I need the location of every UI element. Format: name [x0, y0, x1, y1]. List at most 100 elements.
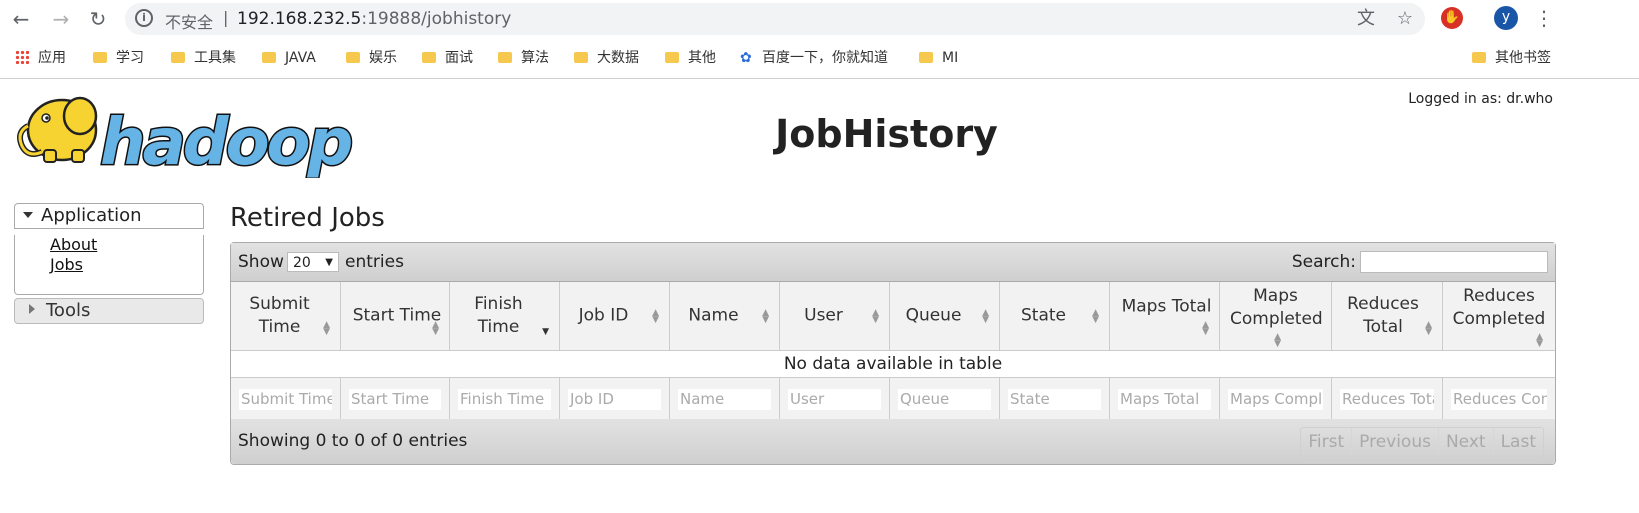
column-header-finish-time[interactable]: Finish Time ▼ [450, 282, 560, 350]
sidebar-tools-header[interactable]: Tools [14, 298, 204, 324]
folder-icon [93, 52, 107, 63]
column-header-label: Name [688, 305, 739, 326]
info-icon[interactable]: i [135, 9, 153, 27]
filter-input-submit-time[interactable]: Submit Time [239, 389, 332, 410]
bookmark-label: 应用 [38, 50, 66, 66]
security-label: 不安全 [165, 13, 214, 32]
filter-cell: Reduces Completed [1443, 378, 1555, 419]
page-length-value: 20 [293, 255, 311, 271]
bookmark-folder[interactable]: 大数据 [574, 48, 639, 68]
reload-icon[interactable]: ↻ [86, 7, 110, 31]
folder-icon [498, 52, 512, 63]
filter-input-state[interactable]: State [1008, 389, 1101, 410]
sidebar-header-label: Application [41, 205, 142, 226]
column-header-label: Submit Time [249, 294, 310, 337]
column-header-maps-total[interactable]: Maps Total ▲ ▼ [1110, 282, 1220, 350]
bookmark-folder[interactable]: 算法 [498, 48, 549, 68]
filter-cell: Name [670, 378, 780, 419]
folder-icon [422, 52, 436, 63]
browser-menu-icon[interactable]: ⋮ [1534, 6, 1554, 30]
sidebar-link-about[interactable]: About [50, 235, 203, 255]
filter-cell: Finish Time [450, 378, 560, 419]
sidebar-application-header[interactable]: Application [14, 203, 204, 229]
folder-icon [919, 52, 933, 63]
logged-in-status: Logged in as: dr.who [1408, 91, 1553, 107]
sort-icon: ▲ ▼ [432, 320, 439, 337]
entries-label: entries [345, 252, 404, 272]
baidu-paw-icon: ✿ [740, 50, 752, 66]
filter-input-maps-total[interactable]: Maps Total [1118, 389, 1211, 410]
bookmark-folder[interactable]: 工具集 [171, 48, 236, 68]
filter-input-finish-time[interactable]: Finish Time [458, 389, 551, 410]
bookmark-folder[interactable]: 面试 [422, 48, 473, 68]
forward-arrow-icon[interactable]: → [49, 7, 73, 31]
bookmark-other-folder[interactable]: 其他书签 [1472, 48, 1551, 68]
filter-cell: Reduces Total [1332, 378, 1443, 419]
browser-toolbar: ← → ↻ i 不安全 | 192.168.232.5:19888/jobhis… [0, 0, 1639, 38]
filter-input-reduces-completed[interactable]: Reduces Completed [1451, 389, 1547, 410]
sort-icon: ▲ ▼ [1274, 332, 1281, 349]
show-label: Show [238, 252, 284, 272]
triangle-right-icon [29, 304, 35, 314]
column-header-label: Queue [905, 305, 962, 326]
bookmark-folder[interactable]: 娱乐 [346, 48, 397, 68]
profile-avatar[interactable]: y [1494, 6, 1518, 30]
url-path: :19888/jobhistory [361, 9, 512, 29]
column-header-label: Reduces Total [1347, 294, 1419, 337]
sort-icon: ▲ ▼ [1092, 308, 1099, 325]
filter-input-reduces-total[interactable]: Reduces Total [1340, 389, 1434, 410]
column-header-state[interactable]: State ▲ ▼ [1000, 282, 1110, 350]
filter-input-user[interactable]: User [788, 389, 881, 410]
back-arrow-icon[interactable]: ← [9, 7, 33, 31]
pager-next-button[interactable]: Next [1439, 428, 1494, 456]
url-text[interactable]: 192.168.232.5:19888/jobhistory [237, 9, 511, 29]
sort-icon: ▲ ▼ [1536, 332, 1543, 349]
bookmark-folder[interactable]: JAVA [262, 48, 316, 68]
bookmark-label: 大数据 [597, 50, 639, 66]
filter-cell: Maps Total [1110, 378, 1220, 419]
filter-cell: Job ID [560, 378, 670, 419]
filter-input-name[interactable]: Name [678, 389, 771, 410]
bookmark-folder[interactable]: MI [919, 48, 958, 68]
bookmark-label: 工具集 [194, 50, 236, 66]
column-header-reduces-completed[interactable]: Reduces Completed ▲ ▼ [1443, 282, 1555, 350]
adblock-extension-icon[interactable]: ✋ [1441, 7, 1463, 29]
column-header-name[interactable]: Name ▲ ▼ [670, 282, 780, 350]
folder-icon [574, 52, 588, 63]
bookmark-label: MI [942, 50, 959, 66]
table-controls: Show 20 ▼ entries Search: [231, 243, 1555, 282]
sidebar-link-jobs[interactable]: Jobs [50, 255, 203, 275]
bookmark-baidu[interactable]: ✿ 百度一下，你就知道 [740, 48, 888, 68]
pager-previous-button[interactable]: Previous [1352, 428, 1439, 456]
column-header-reduces-total[interactable]: Reduces Total ▲ ▼ [1332, 282, 1443, 350]
bookmark-apps[interactable]: 应用 [15, 48, 66, 68]
column-header-job-id[interactable]: Job ID ▲ ▼ [560, 282, 670, 350]
table-footer: Showing 0 to 0 of 0 entries First Previo… [231, 419, 1555, 464]
column-header-maps-completed[interactable]: Maps Completed ▲ ▼ [1220, 282, 1332, 350]
filter-input-job-id[interactable]: Job ID [568, 389, 661, 410]
filter-input-start-time[interactable]: Start Time [349, 389, 441, 410]
search-input[interactable] [1360, 251, 1548, 273]
filter-input-maps-completed[interactable]: Maps Completed [1228, 389, 1323, 410]
translate-icon[interactable]: 文 [1355, 8, 1377, 30]
column-header-label: Maps Completed [1230, 286, 1323, 329]
bookmark-star-icon[interactable]: ☆ [1394, 8, 1416, 30]
column-header-submit-time[interactable]: Submit Time ▲ ▼ [231, 282, 341, 350]
table-info: Showing 0 to 0 of 0 entries [238, 431, 468, 451]
column-header-start-time[interactable]: Start Time ▲ ▼ [341, 282, 450, 350]
pager-last-button[interactable]: Last [1494, 428, 1543, 456]
page-length-select[interactable]: 20 ▼ [287, 252, 339, 272]
pager-first-button[interactable]: First [1301, 428, 1353, 456]
address-bar[interactable]: i 不安全 | 192.168.232.5:19888/jobhistory 文… [125, 3, 1425, 35]
filter-input-queue[interactable]: Queue [898, 389, 991, 410]
sort-icon: ▲ ▼ [982, 308, 989, 325]
column-header-label: Job ID [578, 305, 629, 326]
bookmark-folder[interactable]: 其他 [665, 48, 716, 68]
page-title: JobHistory [775, 112, 998, 156]
sort-icon: ▲ ▼ [323, 320, 330, 337]
column-header-queue[interactable]: Queue ▲ ▼ [890, 282, 1000, 350]
bookmark-folder[interactable]: 学习 [93, 48, 144, 68]
column-header-user[interactable]: User ▲ ▼ [780, 282, 890, 350]
bookmarks-bar: 应用 学习 工具集 JAVA 娱乐 面试 算法 大数据 其他 ✿ 百度一下，你就知… [0, 38, 1639, 79]
sort-icon: ▲ ▼ [872, 308, 879, 325]
